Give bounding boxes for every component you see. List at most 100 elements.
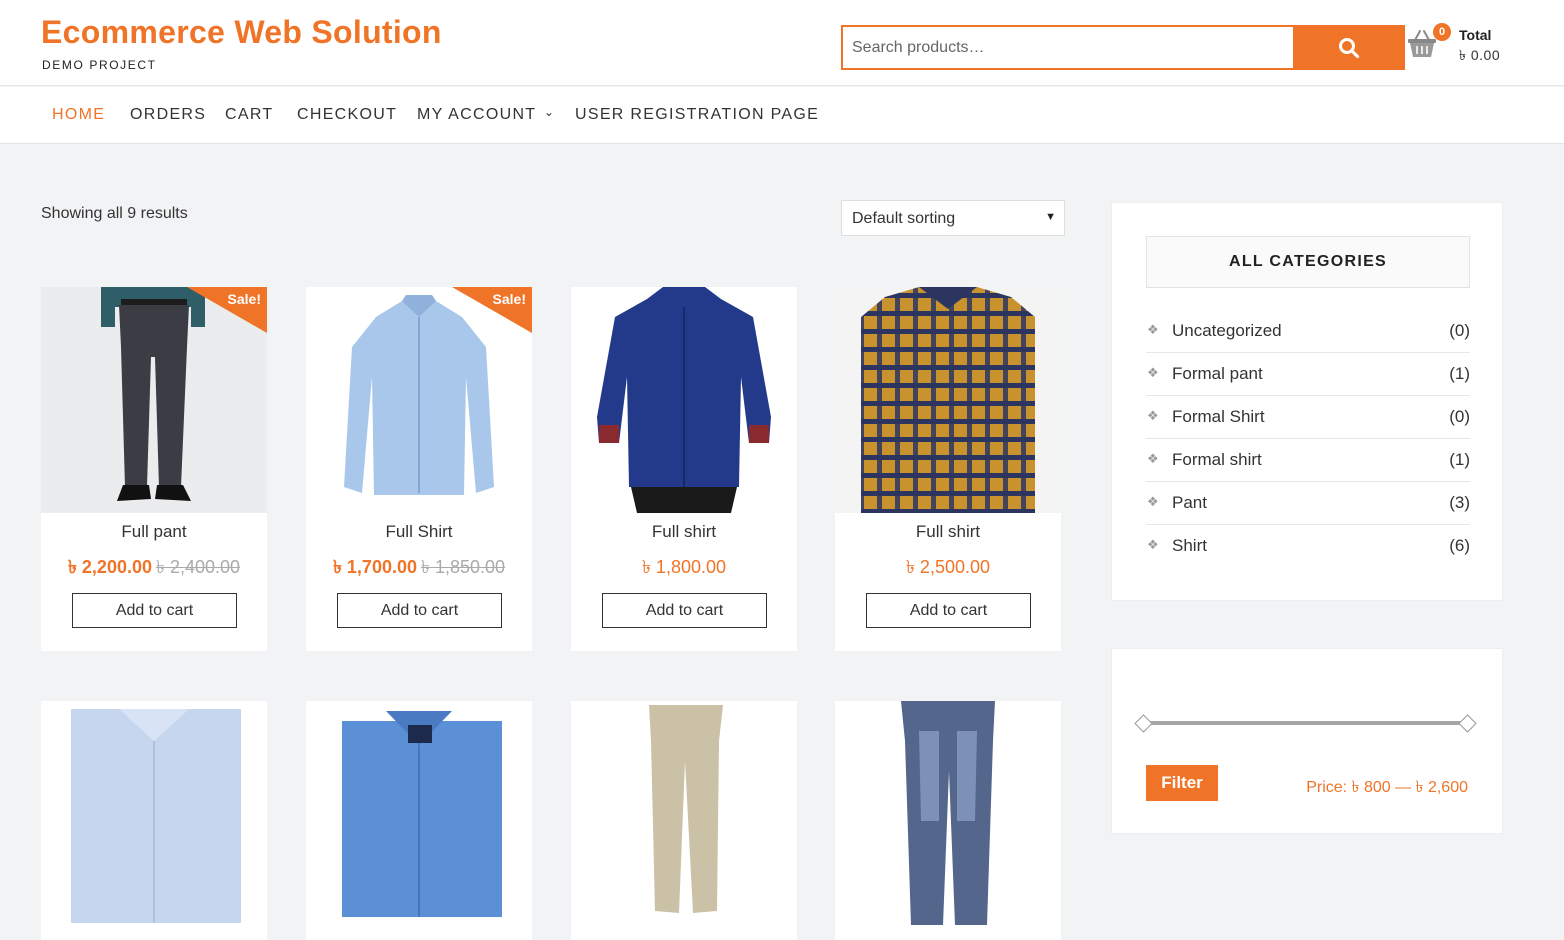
product-old-price: ৳ 2,400.00 <box>156 557 241 577</box>
product-card: Full shirt ৳ 1,800.00 Add to cart <box>571 287 797 651</box>
jeans-image <box>835 701 1061 927</box>
sort-selected-value: Default sorting <box>852 210 956 227</box>
product-image[interactable] <box>306 701 532 927</box>
nav-my-account[interactable]: MY ACCOUNT ⌄ <box>417 105 556 124</box>
product-image[interactable] <box>571 701 797 927</box>
add-to-cart-button[interactable]: Add to cart <box>337 593 502 628</box>
product-price-value: ৳ 1,800.00 <box>641 557 727 577</box>
price-slider-max-handle[interactable] <box>1458 714 1477 733</box>
diamond-bullet-icon: ❖ <box>1147 451 1159 466</box>
category-count: (0) <box>1449 407 1470 426</box>
price-slider-track[interactable] <box>1145 721 1469 725</box>
nav-cart[interactable]: CART <box>225 106 273 124</box>
product-image[interactable]: Sale! <box>306 287 532 513</box>
product-name[interactable]: Full Shirt <box>306 522 532 542</box>
product-image[interactable] <box>571 287 797 513</box>
diamond-bullet-icon: ❖ <box>1147 322 1159 337</box>
search-button[interactable] <box>1293 25 1405 70</box>
product-old-price: ৳ 1,850.00 <box>421 557 506 577</box>
product-name[interactable]: Full shirt <box>571 522 797 542</box>
nav-user-registration[interactable]: USER REGISTRATION PAGE <box>575 106 819 124</box>
category-item[interactable]: ❖ Uncategorized (0) <box>1146 310 1470 353</box>
category-name[interactable]: Formal pant <box>1172 364 1263 384</box>
category-name[interactable]: Formal Shirt <box>1172 407 1265 427</box>
price-range-label: Price: ৳ 800 — ৳ 2,600 <box>1306 779 1468 796</box>
product-card <box>41 701 267 940</box>
category-name[interactable]: Shirt <box>1172 536 1207 556</box>
product-name[interactable]: Full pant <box>41 522 267 542</box>
category-count: (6) <box>1449 536 1470 555</box>
result-count: Showing all 9 results <box>41 205 188 222</box>
site-tagline: DEMO PROJECT <box>42 58 157 72</box>
category-name[interactable]: Pant <box>1172 493 1207 513</box>
cart-total-value: ৳ 0.00 <box>1459 47 1501 63</box>
product-price: ৳ 1,700.00 ৳ 1,850.00 <box>306 553 532 584</box>
product-card: Sale! Full Shirt ৳ 1,700.00 ৳ 1,850.00 Ad… <box>306 287 532 651</box>
category-count: (3) <box>1449 493 1470 512</box>
product-name[interactable]: Full shirt <box>835 522 1061 542</box>
diamond-bullet-icon: ❖ <box>1147 408 1159 423</box>
site-title[interactable]: Ecommerce Web Solution <box>41 14 442 51</box>
product-price: ৳ 1,800.00 <box>571 553 797 584</box>
category-item[interactable]: ❖ Formal shirt (1) <box>1146 439 1470 482</box>
chinos-image <box>571 701 797 927</box>
sale-label: Sale! <box>492 291 526 307</box>
category-name[interactable]: Formal shirt <box>1172 450 1262 470</box>
product-card <box>306 701 532 940</box>
site-header: Ecommerce Web Solution DEMO PROJECT 0 To… <box>0 0 1564 86</box>
price-filter-widget: Filter Price: ৳ 800 — ৳ 2,600 <box>1111 648 1503 834</box>
category-item[interactable]: ❖ Pant (3) <box>1146 482 1470 525</box>
price-slider-min-handle[interactable] <box>1134 714 1153 733</box>
shirt-image <box>41 701 267 927</box>
search-icon <box>1339 37 1360 58</box>
nav-checkout[interactable]: CHECKOUT <box>297 106 397 124</box>
shirt-image <box>306 701 532 927</box>
chevron-down-icon: ⌄ <box>543 105 556 119</box>
trousers-image <box>41 287 267 513</box>
category-item[interactable]: ❖ Shirt (6) <box>1146 525 1470 568</box>
search-form <box>841 25 1405 70</box>
categories-widget: ALL CATEGORIES ❖ Uncategorized (0) ❖ For… <box>1111 202 1503 601</box>
sale-label: Sale! <box>227 291 261 307</box>
categories-title: ALL CATEGORIES <box>1146 236 1470 288</box>
product-image[interactable] <box>835 701 1061 927</box>
nav-my-account-label: MY ACCOUNT <box>417 106 537 123</box>
diamond-bullet-icon: ❖ <box>1147 494 1159 509</box>
product-card <box>571 701 797 940</box>
product-price-value: ৳ 2,500.00 <box>905 557 991 577</box>
category-item[interactable]: ❖ Formal Shirt (0) <box>1146 396 1470 439</box>
product-image[interactable] <box>835 287 1061 513</box>
main-nav: HOME ORDERS CART CHECKOUT MY ACCOUNT ⌄ U… <box>0 87 1564 144</box>
dropdown-arrow-icon: ▼ <box>1045 211 1056 223</box>
mini-cart[interactable]: 0 <box>1406 23 1451 66</box>
category-count: (1) <box>1449 364 1470 383</box>
add-to-cart-button[interactable]: Add to cart <box>866 593 1031 628</box>
product-price: ৳ 2,500.00 <box>835 553 1061 584</box>
add-to-cart-button[interactable]: Add to cart <box>602 593 767 628</box>
add-to-cart-button[interactable]: Add to cart <box>72 593 237 628</box>
product-price: ৳ 2,200.00 ৳ 2,400.00 <box>41 553 267 584</box>
diamond-bullet-icon: ❖ <box>1147 537 1159 552</box>
cart-total-label: Total <box>1459 27 1492 43</box>
product-card <box>835 701 1061 940</box>
product-sale-price: ৳ 1,700.00 <box>332 557 417 577</box>
shirt-image <box>306 287 532 513</box>
cart-count-badge: 0 <box>1433 23 1451 41</box>
search-input[interactable] <box>843 27 1293 68</box>
product-sale-price: ৳ 2,200.00 <box>67 557 152 577</box>
nav-orders[interactable]: ORDERS <box>130 106 206 124</box>
product-card: Sale! Full pant ৳ 2,200.00 ৳ 2,400.00 Add… <box>41 287 267 651</box>
shirt-image <box>571 287 797 513</box>
product-image[interactable] <box>41 701 267 927</box>
plaid-shirt-image <box>835 287 1061 513</box>
diamond-bullet-icon: ❖ <box>1147 365 1159 380</box>
nav-home[interactable]: HOME <box>52 106 105 124</box>
category-count: (1) <box>1449 450 1470 469</box>
category-count: (0) <box>1449 321 1470 340</box>
product-image[interactable]: Sale! <box>41 287 267 513</box>
filter-button[interactable]: Filter <box>1146 765 1218 801</box>
product-card: Full shirt ৳ 2,500.00 Add to cart <box>835 287 1061 651</box>
sort-select[interactable]: Default sorting ▼ <box>841 200 1065 236</box>
category-item[interactable]: ❖ Formal pant (1) <box>1146 353 1470 396</box>
category-name[interactable]: Uncategorized <box>1172 321 1282 341</box>
